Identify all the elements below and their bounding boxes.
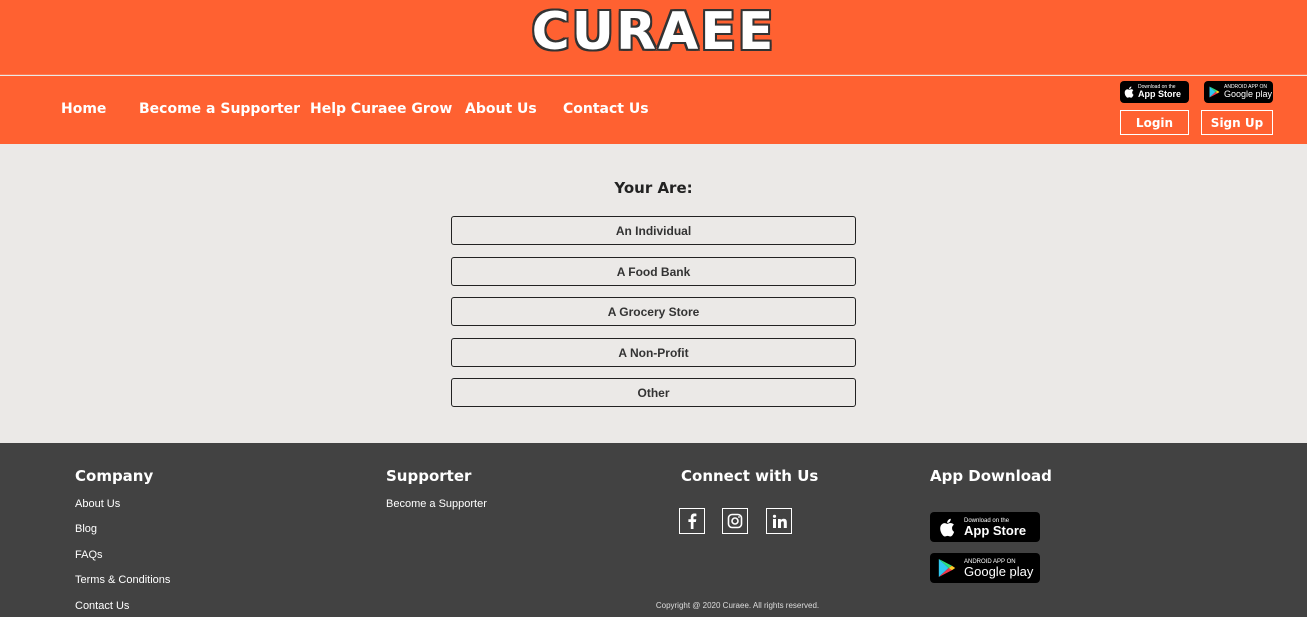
footer-app-download-heading: App Download	[930, 467, 1052, 485]
app-store-badge-footer[interactable]: Download on the App Store	[930, 512, 1040, 542]
option-grocery-store[interactable]: A Grocery Store	[451, 297, 856, 326]
nav-become-supporter[interactable]: Become a Supporter	[139, 101, 300, 117]
footer-supporter-heading: Supporter	[386, 467, 472, 485]
footer-link-become-supporter[interactable]: Become a Supporter	[386, 498, 487, 510]
google-play-badge-footer[interactable]: ANDROID APP ON Google play	[930, 553, 1040, 583]
copyright-text: Copyright @ 2020 Curaee. All rights rese…	[655, 601, 820, 610]
google-play-icon	[930, 558, 964, 578]
signup-button[interactable]: Sign Up	[1201, 110, 1273, 135]
footer-link-terms[interactable]: Terms & Conditions	[75, 574, 170, 586]
google-play-icon	[1204, 86, 1224, 98]
footer-google-play-main: Google play	[964, 563, 1034, 579]
footer-link-about-us[interactable]: About Us	[75, 498, 120, 510]
linkedin-icon[interactable]	[766, 508, 792, 534]
google-play-badge-main: Google play	[1224, 89, 1273, 99]
footer-link-blog[interactable]: Blog	[75, 523, 97, 535]
facebook-icon[interactable]	[679, 508, 705, 534]
nav-about-us[interactable]: About Us	[465, 101, 537, 117]
user-type-selection: Your Are: An Individual A Food Bank A Gr…	[0, 144, 1307, 443]
apple-icon	[930, 518, 964, 537]
footer: Company About Us Blog FAQs Terms & Condi…	[0, 443, 1307, 617]
option-individual[interactable]: An Individual	[451, 216, 856, 245]
footer-connect-heading: Connect with Us	[681, 467, 819, 485]
nav-contact-us[interactable]: Contact Us	[563, 101, 649, 117]
nav-help-curaee-grow[interactable]: Help Curaee Grow	[310, 101, 452, 117]
app-store-badge-header[interactable]: Download on the App Store	[1120, 81, 1189, 103]
google-play-badge-header[interactable]: ANDROID APP ON Google play	[1204, 81, 1273, 103]
option-food-bank[interactable]: A Food Bank	[451, 257, 856, 286]
footer-link-faqs[interactable]: FAQs	[75, 549, 103, 561]
footer-link-contact-us[interactable]: Contact Us	[75, 600, 129, 612]
login-button[interactable]: Login	[1120, 110, 1189, 135]
instagram-icon[interactable]	[722, 508, 748, 534]
nav-bar: Home Become a Supporter Help Curaee Grow…	[0, 76, 1307, 144]
header-logo-bar: CURAEE	[0, 0, 1307, 75]
selection-question: Your Are:	[614, 179, 693, 197]
footer-app-store-main: App Store	[964, 522, 1027, 538]
option-non-profit[interactable]: A Non-Profit	[451, 338, 856, 367]
footer-company-heading: Company	[75, 467, 154, 485]
nav-home[interactable]: Home	[61, 101, 106, 117]
app-store-badge-main: App Store	[1138, 89, 1182, 99]
apple-icon	[1120, 86, 1138, 98]
site-logo[interactable]: CURAEE	[0, 2, 1307, 62]
option-other[interactable]: Other	[451, 378, 856, 407]
